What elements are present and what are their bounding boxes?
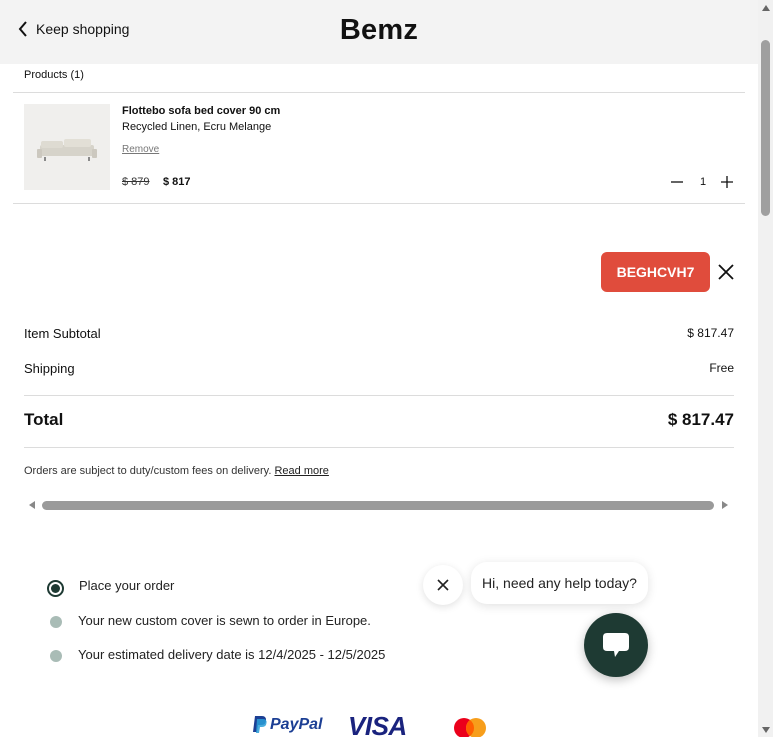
divider xyxy=(13,203,745,204)
step-indicator xyxy=(50,650,62,662)
divider xyxy=(24,395,734,396)
discount-code-badge: BEGHCVH7 xyxy=(601,252,710,292)
step-text: Place your order xyxy=(79,578,175,593)
total-value: $ 817.47 xyxy=(667,410,734,429)
close-icon xyxy=(437,579,449,591)
products-heading: Products (1) xyxy=(24,69,84,81)
shipping-label: Shipping xyxy=(24,361,75,376)
brand-logo[interactable]: Bemz xyxy=(0,14,758,47)
duty-notice-text: Orders are subject to duty/custom fees o… xyxy=(24,465,272,477)
close-icon xyxy=(718,264,734,280)
quantity-value: 1 xyxy=(699,176,707,188)
increase-quantity-button[interactable] xyxy=(716,170,738,194)
caret-right-icon xyxy=(722,501,728,509)
divider xyxy=(24,447,734,448)
scroll-up-arrow[interactable] xyxy=(758,0,773,15)
scroll-left-arrow[interactable] xyxy=(27,499,37,511)
paypal-logo: PayPal xyxy=(253,716,322,734)
vertical-scrollbar[interactable] xyxy=(758,0,773,737)
plus-icon xyxy=(721,176,733,188)
chat-bubble-icon xyxy=(603,633,629,657)
step-active-indicator xyxy=(47,580,64,597)
visa-logo: VISA xyxy=(348,711,407,737)
product-image[interactable] xyxy=(24,104,110,190)
scroll-down-arrow[interactable] xyxy=(758,722,773,737)
sale-price: $ 817 xyxy=(163,176,191,188)
vertical-scrollbar-thumb[interactable] xyxy=(761,40,770,216)
caret-left-icon xyxy=(29,501,35,509)
divider xyxy=(13,92,745,93)
scroll-right-arrow[interactable] xyxy=(720,499,730,511)
product-variant: Recycled Linen, Ecru Melange xyxy=(122,121,272,133)
step-indicator xyxy=(50,616,62,628)
remove-discount-button[interactable] xyxy=(714,260,738,284)
minus-icon xyxy=(671,181,683,183)
read-more-link[interactable]: Read more xyxy=(274,465,328,477)
step-text: Your estimated delivery date is 12/4/202… xyxy=(78,647,386,662)
mastercard-logo xyxy=(452,717,488,737)
subtotal-value: $ 817.47 xyxy=(687,326,734,340)
paypal-icon xyxy=(253,716,267,733)
close-chat-prompt-button[interactable] xyxy=(423,565,463,605)
decrease-quantity-button[interactable] xyxy=(666,170,688,194)
total-label: Total xyxy=(24,410,64,429)
header: Keep shopping Bemz xyxy=(0,0,758,64)
duty-notice: Orders are subject to duty/custom fees o… xyxy=(24,465,329,477)
open-chat-button[interactable] xyxy=(584,613,648,677)
caret-down-icon xyxy=(761,726,770,733)
paypal-wordmark: PayPal xyxy=(270,716,323,733)
remove-item-link[interactable]: Remove xyxy=(122,144,159,155)
chat-greeting-bubble[interactable]: Hi, need any help today? xyxy=(471,562,648,604)
product-name[interactable]: Flottebo sofa bed cover 90 cm xyxy=(122,105,280,117)
checkout-page: Keep shopping Bemz Products (1) Flottebo… xyxy=(0,0,758,737)
caret-up-icon xyxy=(761,4,770,11)
original-price: $ 879 xyxy=(122,176,150,188)
step-text: Your new custom cover is sewn to order i… xyxy=(78,613,371,628)
horizontal-scrollbar-thumb[interactable] xyxy=(42,501,714,510)
subtotal-label: Item Subtotal xyxy=(24,326,101,341)
shipping-value: Free xyxy=(709,361,734,375)
